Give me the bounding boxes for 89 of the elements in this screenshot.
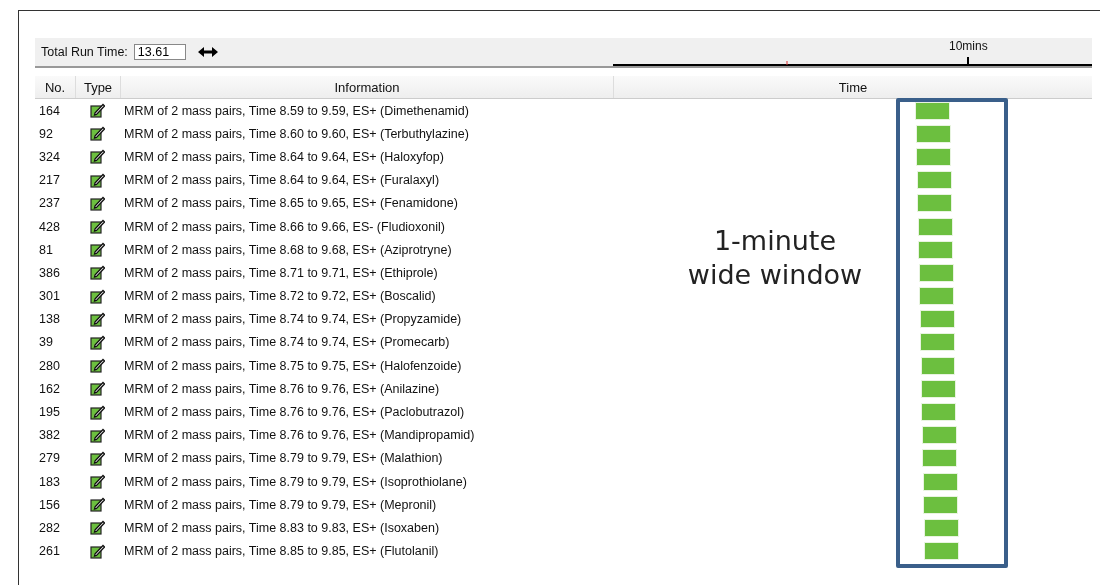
- double-arrow-icon[interactable]: [197, 47, 218, 57]
- table-cell-text: MRM of 2 mass pairs, Time 8.79 to 9.79, ES+ (Isoprothiolane): [123, 474, 468, 489]
- time-window-bar: [921, 379, 956, 398]
- edit-icon: [90, 103, 105, 119]
- time-window-bar: [923, 495, 959, 514]
- table-cell-text: MRM of 2 mass pairs, Time 8.68 to 9.68, ES+ (Aziprotryne): [123, 242, 453, 257]
- run-time-label: Total Run Time:: [41, 45, 128, 59]
- table-cell-text: 217: [38, 173, 61, 188]
- table-cell-text: 162: [38, 381, 61, 396]
- run-time-field[interactable]: 13.61: [133, 44, 186, 60]
- time-window-bar: [916, 171, 952, 190]
- table-cell-text: MRM of 2 mass pairs, Time 8.66 to 9.66, ES- (Fludioxonil): [123, 219, 446, 234]
- table-cell-text: MRM of 2 mass pairs, Time 8.76 to 9.76, ES+ (Mandipropamid): [123, 428, 476, 443]
- table-cell-text: 382: [38, 428, 61, 443]
- table-cell-text: 156: [38, 497, 61, 512]
- table-cell-text: MRM of 2 mass pairs, Time 8.65 to 9.65, ES+ (Fenamidone): [123, 196, 459, 211]
- edit-icon: [90, 450, 105, 466]
- table-cell-text: MRM of 2 mass pairs, Time 8.85 to 9.85, ES+ (Flutolanil): [123, 544, 440, 559]
- table-cell-text: MRM of 2 mass pairs, Time 8.60 to 9.60, ES+ (Terbuthylazine): [123, 126, 470, 141]
- edit-icon: [90, 195, 105, 211]
- time-window-bar: [920, 333, 955, 352]
- table-cell-text: 138: [38, 312, 61, 327]
- table-cell-text: MRM of 2 mass pairs, Time 8.64 to 9.64, ES+ (Furalaxyl): [123, 173, 441, 188]
- edit-icon: [90, 497, 105, 513]
- table-cell-text: 280: [38, 358, 61, 373]
- time-window-bar: [923, 518, 959, 537]
- table-cell-text: MRM of 2 mass pairs, Time 8.59 to 9.59, ES+ (Dimethenamid): [123, 103, 470, 118]
- edit-icon: [90, 381, 105, 397]
- table-cell-text: MRM of 2 mass pairs, Time 8.74 to 9.74, ES+ (Promecarb): [123, 335, 451, 350]
- time-window-bar: [916, 147, 952, 166]
- table-cell-text: 282: [38, 520, 61, 535]
- column-header[interactable]: Type: [75, 76, 120, 98]
- time-window-bar: [918, 240, 954, 259]
- column-header[interactable]: Information: [120, 76, 613, 98]
- table-cell-text: 261: [38, 544, 61, 559]
- edit-icon: [90, 543, 105, 559]
- edit-icon: [90, 334, 105, 350]
- table-cell-text: 39: [38, 335, 54, 350]
- table-cell-text: 81: [38, 242, 54, 257]
- time-window-bar: [915, 124, 951, 143]
- time-window-bar: [922, 449, 958, 468]
- time-window-bar: [919, 310, 955, 329]
- table-cell-text: 301: [38, 289, 61, 304]
- edit-icon: [90, 242, 105, 258]
- table-cell-text: MRM of 2 mass pairs, Time 8.75 to 9.75, ES+ (Halofenzoide): [123, 358, 463, 373]
- time-window-bar: [921, 403, 957, 422]
- edit-icon: [90, 126, 105, 142]
- time-window-bar: [917, 217, 953, 236]
- table-cell-text: 164: [38, 103, 61, 118]
- table-cell-text: 386: [38, 265, 61, 280]
- table-cell-text: 195: [38, 405, 61, 420]
- table-cell-text: MRM of 2 mass pairs, Time 8.64 to 9.64, ES+ (Haloxyfop): [123, 149, 445, 164]
- edit-icon: [90, 311, 105, 327]
- time-window-bar: [918, 263, 954, 282]
- table-cell-text: MRM of 2 mass pairs, Time 8.74 to 9.74, ES+ (Propyzamide): [123, 312, 463, 327]
- table-cell-text: 237: [38, 196, 61, 211]
- table-cell-text: 183: [38, 474, 61, 489]
- time-window-bar: [920, 356, 956, 375]
- edit-icon: [90, 520, 105, 536]
- time-window-bar: [921, 426, 957, 445]
- edit-icon: [90, 358, 105, 374]
- column-header[interactable]: Time: [613, 76, 1092, 98]
- time-window-bar: [922, 472, 958, 491]
- table-cell-text: 324: [38, 149, 61, 164]
- edit-icon: [90, 265, 105, 281]
- edit-icon: [90, 172, 105, 188]
- annotation-text: 1-minute: [712, 224, 838, 258]
- edit-icon: [90, 404, 105, 420]
- time-window-bar: [917, 194, 953, 213]
- edit-icon: [90, 219, 105, 235]
- table-cell-text: MRM of 2 mass pairs, Time 8.79 to 9.79, ES+ (Mepronil): [123, 497, 438, 512]
- table-cell-text: 279: [38, 451, 61, 466]
- table-cell-text: 92: [38, 126, 54, 141]
- table-cell-text: MRM of 2 mass pairs, Time 8.76 to 9.76, ES+ (Paclobutrazol): [123, 405, 466, 420]
- edit-icon: [90, 149, 105, 165]
- time-window-bar: [919, 287, 955, 306]
- table-cell-text: MRM of 2 mass pairs, Time 8.83 to 9.83, ES+ (Isoxaben): [123, 520, 441, 535]
- table-cell-text: MRM of 2 mass pairs, Time 8.79 to 9.79, ES+ (Malathion): [123, 451, 444, 466]
- table-cell-text: 428: [38, 219, 61, 234]
- edit-icon: [90, 427, 105, 443]
- table-cell-text: MRM of 2 mass pairs, Time 8.76 to 9.76, ES+ (Anilazine): [123, 381, 441, 396]
- table-cell-text: MRM of 2 mass pairs, Time 8.71 to 9.71, ES+ (Ethiprole): [123, 265, 439, 280]
- ruler-label: 10mins: [949, 39, 988, 53]
- edit-icon: [90, 474, 105, 490]
- column-header[interactable]: No.: [35, 76, 75, 98]
- table-cell-text: MRM of 2 mass pairs, Time 8.72 to 9.72, ES+ (Boscalid): [123, 289, 437, 304]
- time-window-bar: [924, 542, 960, 561]
- edit-icon: [90, 288, 105, 304]
- annotation-text: wide window: [686, 258, 864, 292]
